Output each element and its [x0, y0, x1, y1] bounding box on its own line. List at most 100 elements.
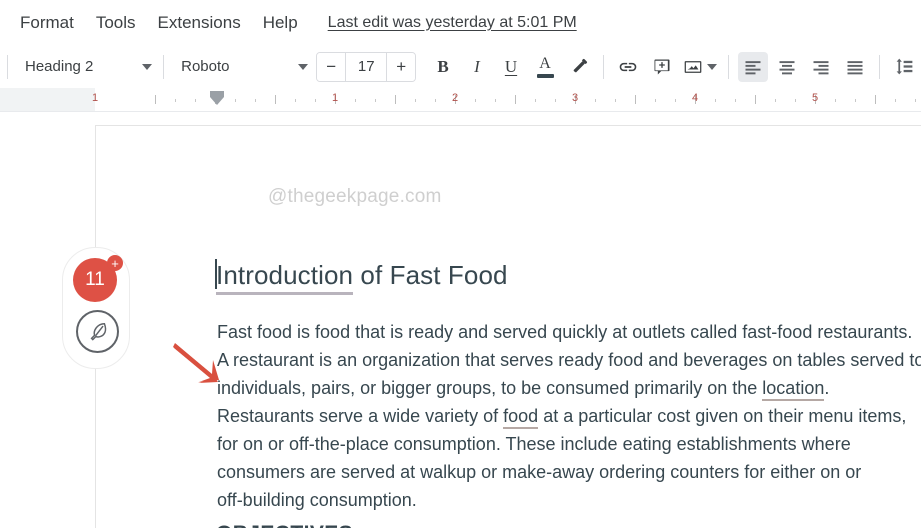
add-comment-badge-icon[interactable]: + [107, 255, 123, 271]
paragraph-line: Fast food is food that is ready and serv… [217, 322, 913, 342]
font-family-dropdown[interactable]: Roboto [171, 52, 312, 82]
chevron-down-icon [142, 63, 153, 70]
document-heading[interactable]: Introduction of Fast Food [216, 260, 508, 295]
ruler-tick [595, 99, 596, 102]
ruler-tick [775, 99, 776, 102]
highlighter-pen-icon [573, 58, 587, 73]
italic-button[interactable]: I [462, 52, 492, 82]
align-left-button[interactable] [738, 51, 768, 82]
ruler-tick [655, 99, 656, 102]
font-size-input[interactable]: 17 [345, 52, 388, 81]
ruler-tick [395, 95, 396, 104]
underlined-word-location[interactable]: location [762, 378, 825, 401]
watermark-text: @thegeekpage.com [268, 186, 442, 207]
comment-plus-icon [654, 59, 670, 74]
ruler-tick [835, 99, 836, 102]
text-color-icon: A [536, 54, 554, 78]
font-size-stepper: − 17 + [316, 51, 417, 82]
align-right-button[interactable] [806, 52, 836, 82]
indent-marker-triangle [210, 97, 224, 105]
toolbar-divider [603, 54, 604, 79]
ruler-tick [535, 99, 536, 102]
align-center-icon [779, 60, 795, 74]
last-edit-link[interactable]: Last edit was yesterday at 5:01 PM [328, 14, 577, 32]
paragraph-line: consumers are served at walkup or make-a… [217, 462, 862, 482]
bold-icon: B [437, 56, 449, 76]
align-left-icon [745, 60, 761, 74]
italic-icon: I [474, 56, 480, 76]
ruler-number: 1 [91, 92, 99, 104]
menu-item-format[interactable]: Format [10, 9, 84, 37]
ruler-tick [415, 99, 416, 102]
ruler-tick [755, 95, 756, 104]
menu-item-tools[interactable]: Tools [86, 9, 146, 37]
insert-link-button[interactable] [613, 52, 643, 82]
ruler-tick [715, 99, 716, 102]
underlined-word-food[interactable]: food [503, 406, 539, 429]
underline-button[interactable]: U [496, 52, 526, 82]
ruler-tick [855, 99, 856, 102]
text-color-button[interactable]: A [530, 52, 560, 82]
menu-bar: Format Tools Extensions Help Last edit w… [0, 0, 921, 45]
heading-selected-word[interactable]: Introduction [216, 260, 354, 295]
ruler-tick [555, 99, 556, 102]
ruler-number: 4 [691, 92, 699, 104]
insert-image-button[interactable] [681, 52, 719, 82]
align-center-button[interactable] [772, 52, 802, 82]
toolbar-divider [7, 54, 8, 79]
google-docs-window: Format Tools Extensions Help Last edit w… [0, 0, 921, 528]
horizontal-ruler[interactable]: 1 1 2 3 4 5 [0, 88, 921, 112]
paragraph-line: off-building consumption. [217, 490, 417, 510]
toolbar-divider [728, 54, 729, 79]
ruler-number: 3 [571, 92, 579, 104]
menu-item-help[interactable]: Help [253, 9, 308, 37]
underline-icon: U [504, 56, 518, 76]
ruler-tick [195, 99, 196, 102]
image-icon [684, 60, 702, 73]
document-body-paragraph[interactable]: Fast food is food that is ready and serv… [217, 318, 921, 514]
font-family-value: Roboto [181, 58, 230, 75]
decrease-font-size-button[interactable]: − [317, 52, 346, 81]
editing-mode-button[interactable] [76, 310, 119, 353]
align-right-icon [813, 60, 829, 74]
ruler-tick [735, 99, 736, 102]
line-spacing-button[interactable] [889, 52, 919, 82]
menu-item-extensions[interactable]: Extensions [148, 9, 251, 37]
ruler-tick [795, 99, 796, 102]
document-canvas[interactable]: @thegeekpage.com Introduction of Fast Fo… [0, 112, 921, 528]
heading-rest-text: of Fast Food [353, 260, 508, 290]
indent-marker[interactable] [210, 91, 224, 109]
annotation-arrow-icon [173, 343, 219, 383]
add-comment-button[interactable] [647, 52, 677, 82]
ruler-tick [155, 95, 156, 104]
paragraph-style-dropdown[interactable]: Heading 2 [15, 52, 156, 82]
ruler-tick [315, 99, 316, 102]
ruler-tick [235, 99, 236, 102]
ruler-tick [255, 99, 256, 102]
ruler-tick [295, 99, 296, 102]
align-justify-button[interactable] [840, 52, 870, 82]
ruler-tick [895, 99, 896, 102]
next-section-heading[interactable]: OBJECTIVES [216, 522, 353, 528]
paragraph-style-value: Heading 2 [25, 58, 94, 75]
toolbar-divider [163, 54, 165, 79]
ruler-tick [275, 95, 276, 104]
toolbar-divider [879, 54, 880, 79]
text-color-letter: A [539, 54, 551, 72]
bold-button[interactable]: B [428, 52, 458, 82]
align-justify-icon [847, 60, 863, 74]
ruler-number: 2 [451, 92, 459, 104]
ruler-number: 5 [811, 92, 819, 104]
ruler-tick [915, 99, 916, 102]
highlight-color-button[interactable] [564, 52, 594, 82]
ruler-tick [435, 99, 436, 102]
ruler-tick [175, 99, 176, 102]
ruler-tick [635, 95, 636, 104]
paragraph-line: for on or off-the-place consumption. The… [217, 434, 851, 454]
paragraph-line: individuals, pairs, or bigger groups, to… [217, 374, 921, 402]
document-page[interactable]: @thegeekpage.com Introduction of Fast Fo… [95, 125, 921, 528]
increase-font-size-button[interactable]: + [387, 52, 416, 81]
ruler-tick [495, 99, 496, 102]
ruler-tick [515, 95, 516, 104]
line-spacing-icon [896, 58, 912, 75]
